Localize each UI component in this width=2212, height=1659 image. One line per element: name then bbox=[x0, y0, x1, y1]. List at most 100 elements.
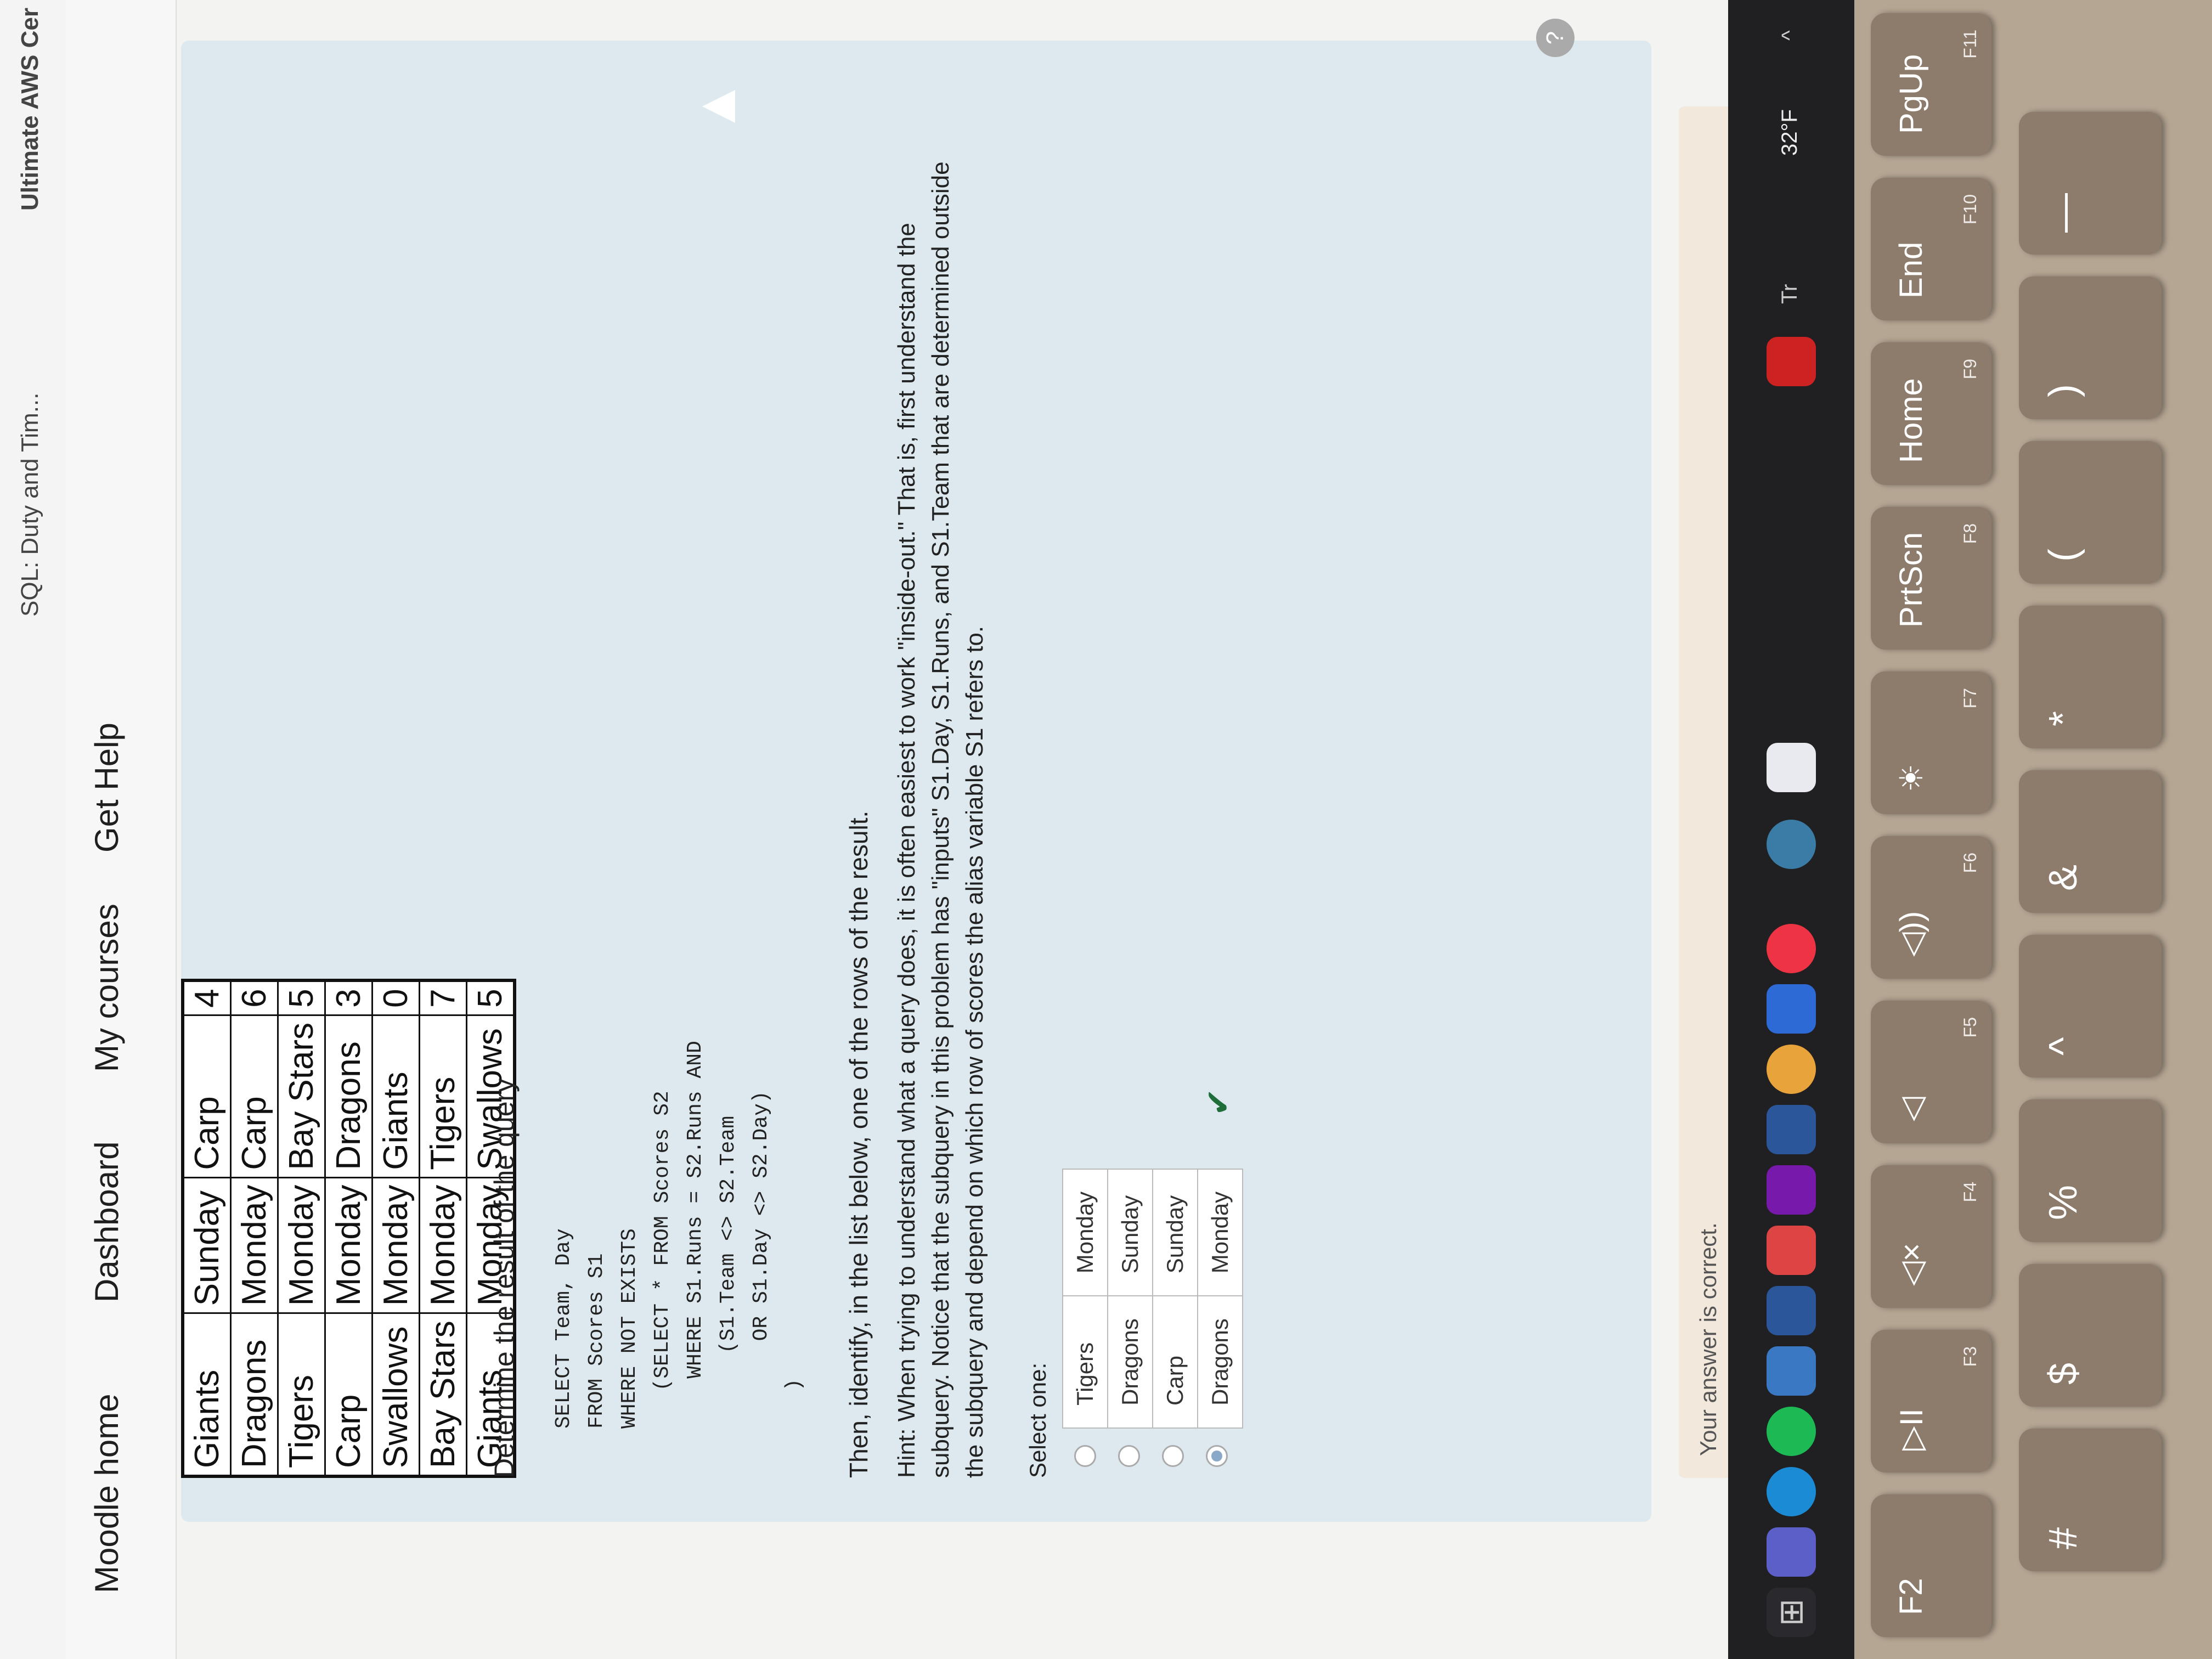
pdf-icon[interactable] bbox=[1767, 924, 1816, 973]
chrome-icon[interactable] bbox=[1767, 1226, 1816, 1275]
table-cell: Swallows bbox=[372, 1313, 420, 1476]
table-cell: Bay Stars bbox=[419, 1313, 467, 1476]
key-fn-1[interactable]: ▷II F3 bbox=[1871, 1330, 1991, 1472]
tray-chevron-icon[interactable]: ^ bbox=[1778, 30, 1802, 41]
key-label: % bbox=[2041, 1184, 2085, 1220]
spotify-icon[interactable] bbox=[1767, 1407, 1816, 1456]
key-fn-label: F4 bbox=[1960, 1182, 1980, 1203]
table-cell: Dragons bbox=[325, 1015, 373, 1178]
key-label: F2 bbox=[1893, 1578, 1929, 1615]
table-cell: Sunday bbox=[183, 1177, 231, 1313]
task-view-icon[interactable]: ⊞ bbox=[1767, 1588, 1816, 1637]
option-row[interactable]: Tigers Monday bbox=[1063, 1169, 1108, 1428]
key-fn-0[interactable]: F2 bbox=[1871, 1494, 1991, 1637]
help-button[interactable]: ? bbox=[1536, 19, 1575, 57]
radio-option-1[interactable] bbox=[1074, 1445, 1096, 1467]
key-num-8[interactable]: — bbox=[2019, 112, 2162, 255]
option-day: Sunday bbox=[1108, 1169, 1153, 1296]
option-row[interactable]: Dragons Monday bbox=[1198, 1169, 1243, 1428]
table-cell: 4 bbox=[183, 980, 231, 1015]
photo-stage: SQL: Duty and Tim... Ultimate AWS Cer Mo… bbox=[0, 0, 2212, 1659]
app-icon[interactable] bbox=[1767, 1045, 1816, 1094]
table-cell: 7 bbox=[419, 980, 467, 1015]
nav-get-help[interactable]: Get Help bbox=[88, 723, 126, 853]
file-explorer-icon[interactable] bbox=[1767, 1346, 1816, 1396]
sql-query: SELECT Team, Day FROM Scores S1 WHERE NO… bbox=[552, 1041, 806, 1429]
weather-temp[interactable]: 32°F bbox=[1778, 109, 1802, 156]
key-label: ) bbox=[2041, 384, 2085, 397]
key-fn-label: F11 bbox=[1960, 30, 1980, 59]
key-num-5[interactable]: * bbox=[2019, 606, 2162, 748]
nav-moodle-home[interactable]: Moodle home bbox=[88, 1393, 126, 1593]
key-fn-6[interactable]: PrtScn F8 bbox=[1871, 507, 1991, 650]
key-num-2[interactable]: % bbox=[2019, 1099, 2162, 1242]
vpn-icon[interactable] bbox=[1767, 743, 1816, 792]
key-fn-label: F6 bbox=[1960, 853, 1980, 873]
radio-option-3[interactable] bbox=[1162, 1445, 1184, 1467]
key-fn-3[interactable]: ◁ F5 bbox=[1871, 1001, 1991, 1143]
onenote-icon[interactable] bbox=[1767, 1165, 1816, 1215]
key-label: ◁)) bbox=[1894, 911, 1929, 957]
key-label: & bbox=[2041, 864, 2085, 891]
nav-dashboard[interactable]: Dashboard bbox=[88, 1141, 126, 1302]
key-label: ▷II bbox=[1894, 1408, 1929, 1451]
database-icon[interactable] bbox=[1767, 820, 1816, 869]
key-fn-8[interactable]: End F10 bbox=[1871, 178, 1991, 320]
key-fn-7[interactable]: Home F9 bbox=[1871, 342, 1991, 485]
key-label: End bbox=[1893, 241, 1929, 298]
table-cell: Carp bbox=[183, 1015, 231, 1178]
key-fn-label: F8 bbox=[1960, 523, 1980, 544]
key-num-3[interactable]: ^ bbox=[2019, 935, 2162, 1077]
question-content: Giants Sunday Carp 4 Dragons Monday Carp 6 Tiger… bbox=[181, 41, 1745, 1522]
key-num-6[interactable]: ( bbox=[2019, 441, 2162, 584]
table-row: Dragons Monday Carp 6 bbox=[230, 980, 278, 1476]
key-fn-2[interactable]: ◁× F4 bbox=[1871, 1165, 1991, 1308]
option-row[interactable]: Dragons Sunday bbox=[1108, 1169, 1153, 1428]
nav-my-courses[interactable]: My courses bbox=[88, 904, 126, 1072]
option-team: Tigers bbox=[1063, 1296, 1108, 1428]
table-cell: Monday bbox=[419, 1177, 467, 1313]
radio-option-2[interactable] bbox=[1118, 1445, 1140, 1467]
option-day: Monday bbox=[1063, 1169, 1108, 1296]
question-then: Then, identify, in the list below, one o… bbox=[844, 810, 873, 1478]
key-num-4[interactable]: & bbox=[2019, 770, 2162, 913]
key-fn-5[interactable]: ☀ F7 bbox=[1871, 672, 1991, 814]
option-row[interactable]: Carp Sunday bbox=[1153, 1169, 1198, 1428]
key-fn-label: F10 bbox=[1960, 194, 1980, 225]
key-fn-9[interactable]: PgUp F11 bbox=[1871, 13, 1991, 156]
table-cell: Tigers bbox=[278, 1313, 325, 1476]
bookmark-aws[interactable]: Ultimate AWS Cer bbox=[16, 8, 44, 211]
key-num-1[interactable]: $ bbox=[2019, 1264, 2162, 1407]
key-fn-label: F7 bbox=[1960, 688, 1980, 709]
mouse-cursor-icon bbox=[702, 90, 735, 123]
key-num-0[interactable]: # bbox=[2019, 1429, 2162, 1571]
teams-icon[interactable] bbox=[1767, 1527, 1816, 1577]
select-one-label: Select one: bbox=[1025, 1362, 1051, 1478]
edge-icon[interactable] bbox=[1767, 1467, 1816, 1516]
vscode-icon[interactable] bbox=[1767, 984, 1816, 1034]
scores-table: Giants Sunday Carp 4 Dragons Monday Carp 6 Tiger… bbox=[181, 979, 516, 1478]
browser-bookmarks-bar: SQL: Duty and Tim... Ultimate AWS Cer bbox=[0, 0, 66, 1659]
word-icon[interactable] bbox=[1767, 1105, 1816, 1154]
game-icon[interactable] bbox=[1767, 337, 1816, 386]
table-cell: Carp bbox=[230, 1015, 278, 1178]
table-cell: Dragons bbox=[230, 1313, 278, 1476]
table-cell: Monday bbox=[325, 1177, 373, 1313]
table-row: Swallows Monday Giants 0 bbox=[372, 980, 420, 1476]
option-day: Monday bbox=[1198, 1169, 1243, 1296]
store-icon[interactable] bbox=[1767, 1286, 1816, 1335]
question-intro: Determine the result of the query bbox=[489, 1078, 520, 1478]
key-label: ☀ bbox=[1894, 764, 1929, 792]
key-fn-label: F9 bbox=[1960, 359, 1980, 380]
bookmark-sql-duty[interactable]: SQL: Duty and Tim... bbox=[16, 393, 44, 617]
table-row: Giants Sunday Carp 4 bbox=[183, 980, 231, 1476]
option-team: Carp bbox=[1153, 1296, 1198, 1428]
key-num-7[interactable]: ) bbox=[2019, 276, 2162, 419]
key-label: Home bbox=[1893, 378, 1929, 463]
radio-option-4[interactable] bbox=[1206, 1445, 1228, 1467]
table-cell: Bay Stars bbox=[278, 1015, 325, 1178]
key-label: ^ bbox=[2041, 1037, 2085, 1056]
options-table: Tigers Monday Dragons Sunday Carp Sunday Drago… bbox=[1062, 1169, 1243, 1429]
key-fn-4[interactable]: ◁)) F6 bbox=[1871, 836, 1991, 979]
key-label: ( bbox=[2041, 549, 2085, 562]
